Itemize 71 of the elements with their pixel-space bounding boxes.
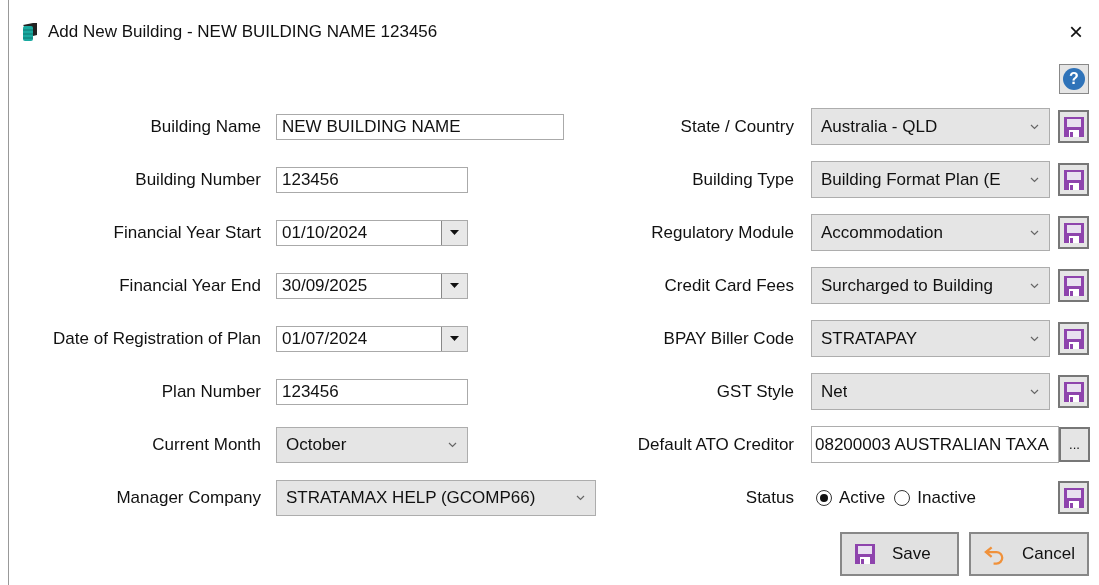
dropdown-button[interactable] [441,220,467,245]
browse-button[interactable]: ... [1059,427,1090,462]
dropdown[interactable]: STRATAMAX HELP (GCOMP66) [276,479,596,516]
help-button[interactable]: ? [1059,64,1089,94]
save-icon [854,543,876,565]
date-field[interactable]: 01/10/2024 [276,219,468,246]
text-field[interactable]: 08200003 AUSTRALIAN TAXA [811,426,1059,463]
dropdown[interactable]: October [276,426,468,463]
save-icon [1062,221,1085,244]
field-label: Current Month [151,433,261,456]
dropdown[interactable]: Building Format Plan (E [811,161,1050,198]
chevron-down-icon [1030,388,1039,395]
field-label: Building Type [691,168,794,191]
field-label: BPAY Biller Code [662,327,794,350]
field-label: Building Name [149,115,261,138]
save-setting-button[interactable] [1058,269,1089,302]
save-setting-button[interactable] [1058,216,1089,249]
dropdown[interactable]: Australia - QLD [811,108,1050,145]
dropdown-button[interactable] [441,273,467,298]
dropdown-button[interactable] [441,326,467,351]
save-icon [1062,168,1085,191]
chevron-down-icon [1030,282,1039,289]
triangle-down-icon [450,336,459,341]
save-setting-button[interactable] [1058,163,1089,196]
text-field[interactable]: 123456 [276,166,468,193]
save-icon [1062,380,1085,403]
field-label: GST Style [715,380,794,403]
save-icon [1062,274,1085,297]
date-field[interactable]: 01/07/2024 [276,325,468,352]
chevron-down-icon [1030,123,1039,130]
save-icon [1062,486,1085,509]
cancel-button[interactable]: Cancel [969,532,1089,576]
chevron-down-icon [1030,229,1039,236]
close-button[interactable]: × [1061,17,1091,47]
chevron-down-icon [1030,335,1039,342]
field-label: Financial Year End [118,274,261,297]
triangle-down-icon [450,230,459,235]
date-field[interactable]: 30/09/2025 [276,272,468,299]
save-setting-button[interactable] [1058,481,1089,514]
dropdown[interactable]: Accommodation [811,214,1050,251]
text-field[interactable]: NEW BUILDING NAME [276,113,564,140]
radio-button[interactable] [894,489,911,506]
chevron-down-icon [448,441,457,448]
field-label: Credit Card Fees [663,274,794,297]
dropdown[interactable]: Net [811,373,1050,410]
radio-button[interactable] [816,489,832,506]
save-setting-button[interactable] [1058,110,1089,143]
triangle-down-icon [450,283,459,288]
chevron-down-icon [576,494,585,501]
dropdown[interactable]: STRATAPAY [811,320,1050,357]
field-label: Regulatory Module [650,221,794,244]
dropdown[interactable]: Surcharged to Building [811,267,1050,304]
window-title: Add New Building - NEW BUILDING NAME 123456 [48,21,438,44]
field-label: Plan Number [160,380,261,403]
field-label: State / Country [679,115,794,138]
field-label: Date of Registration of Plan [52,327,261,350]
chevron-down-icon [1030,176,1039,183]
radio-label: Inactive [917,486,976,509]
text-field[interactable]: 123456 [276,378,468,405]
field-label: Building Number [134,168,261,191]
field-label: Default ATO Creditor [636,433,794,456]
field-label: Manager Company [115,486,261,509]
save-setting-button[interactable] [1058,375,1089,408]
save-setting-button[interactable] [1058,322,1089,355]
field-label: Status [744,486,794,509]
save-icon [1062,327,1085,350]
field-label: Financial Year Start [112,221,261,244]
radio-label: Active [839,486,886,509]
building-icon [21,21,39,43]
save-button[interactable]: Save [840,532,959,576]
save-icon [1062,115,1085,138]
